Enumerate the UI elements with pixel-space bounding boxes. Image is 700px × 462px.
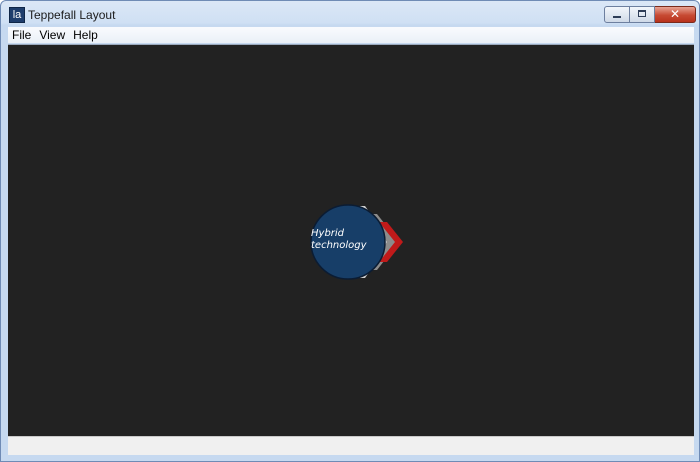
title-bar[interactable]: la Teppefall Layout ✕ (1, 1, 699, 27)
caption-buttons: ✕ (604, 6, 696, 23)
layout-canvas[interactable]: Hybrid technology (8, 44, 694, 436)
minimize-button[interactable] (604, 6, 630, 23)
logo-line-2: technology (311, 240, 367, 251)
menu-help[interactable]: Help (69, 27, 102, 43)
close-button[interactable]: ✕ (655, 6, 696, 23)
logo-text: Hybrid technology (311, 228, 367, 252)
close-icon: ✕ (669, 7, 681, 21)
window-title: Teppefall Layout (28, 8, 116, 22)
menu-file[interactable]: File (8, 27, 35, 43)
menu-view[interactable]: View (35, 27, 69, 43)
menu-bar: File View Help (8, 27, 694, 43)
status-bar (8, 436, 694, 455)
app-icon[interactable]: la (9, 7, 25, 23)
minimize-icon (613, 16, 621, 18)
app-window: la Teppefall Layout ✕ File View Help Hyb… (0, 0, 700, 462)
maximize-icon (638, 10, 646, 17)
logo-line-1: Hybrid (311, 228, 345, 239)
maximize-button[interactable] (630, 6, 655, 23)
